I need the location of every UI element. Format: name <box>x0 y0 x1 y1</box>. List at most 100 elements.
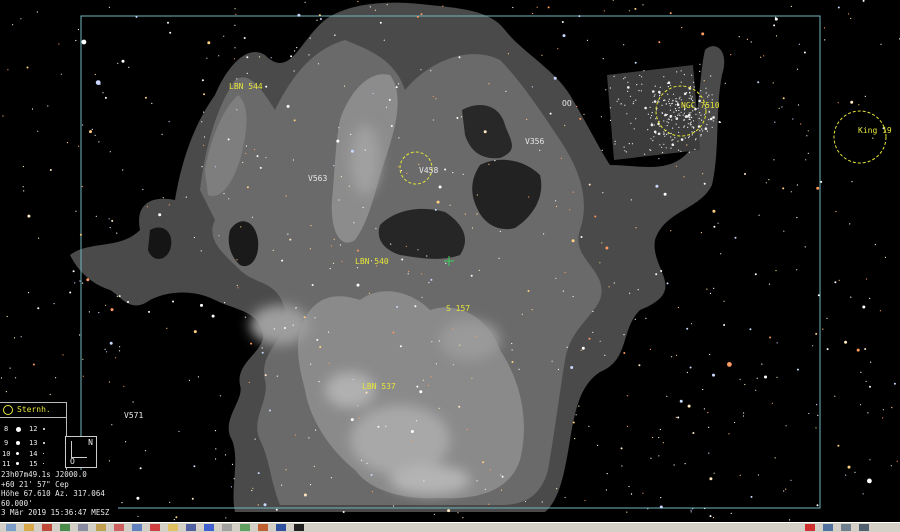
star <box>511 349 513 351</box>
taskbar-icon[interactable] <box>240 524 250 531</box>
star <box>261 351 264 354</box>
cluster-star <box>690 112 692 114</box>
star <box>772 82 774 84</box>
taskbar-icon[interactable] <box>150 524 160 531</box>
star <box>807 152 809 154</box>
star <box>692 508 694 510</box>
cluster-star <box>655 132 657 134</box>
label-v563[interactable]: V563 <box>308 174 327 183</box>
cluster-star <box>674 137 676 139</box>
label-ngc7510[interactable]: NGC 7510 <box>681 101 720 110</box>
star <box>416 385 419 388</box>
star <box>66 142 69 144</box>
star <box>884 256 887 258</box>
taskbar-icon[interactable] <box>294 524 304 531</box>
cluster-star <box>688 113 691 117</box>
star <box>822 328 824 330</box>
star <box>677 306 680 309</box>
star <box>168 204 170 206</box>
star <box>276 375 278 377</box>
cluster-star <box>672 127 674 129</box>
label-lbn537[interactable]: LBN 537 <box>362 382 396 391</box>
star <box>507 53 509 55</box>
label-king19[interactable]: King 19 <box>858 126 892 135</box>
taskbar-icon[interactable] <box>24 524 34 531</box>
taskbar-icon[interactable] <box>6 524 16 531</box>
star <box>104 348 106 350</box>
cluster-star <box>704 114 706 116</box>
taskbar-icon[interactable] <box>204 524 214 531</box>
label-s157[interactable]: S 157 <box>446 304 470 313</box>
cluster-star <box>665 133 668 135</box>
star <box>427 384 430 386</box>
cluster-star <box>675 109 677 112</box>
taskbar-icon[interactable] <box>168 524 178 531</box>
star <box>686 144 688 146</box>
cluster-star <box>708 94 710 96</box>
star <box>252 487 254 489</box>
star <box>245 145 247 147</box>
star <box>790 479 792 481</box>
taskbar-icon[interactable] <box>841 524 851 531</box>
cluster-star <box>630 122 632 124</box>
star <box>690 509 692 511</box>
cluster-star <box>700 114 702 116</box>
label-oo[interactable]: OO <box>562 99 572 108</box>
star <box>55 377 57 379</box>
star <box>116 232 118 234</box>
star <box>82 375 84 377</box>
star <box>405 245 407 247</box>
taskbar-icon[interactable] <box>60 524 70 531</box>
star <box>281 484 283 486</box>
star <box>162 197 164 199</box>
taskbar-icon[interactable] <box>96 524 106 531</box>
star <box>536 6 538 8</box>
taskbar-icon[interactable] <box>222 524 232 531</box>
taskbar-icon[interactable] <box>132 524 142 531</box>
star <box>60 73 62 75</box>
star <box>834 395 836 397</box>
label-lbn540[interactable]: LBN 540 <box>355 257 389 266</box>
label-v458[interactable]: V458 <box>419 166 438 175</box>
star <box>234 8 236 10</box>
label-v356[interactable]: V356 <box>525 137 544 146</box>
taskbar-icon[interactable] <box>258 524 268 531</box>
taskbar-icon[interactable] <box>186 524 196 531</box>
cluster-star <box>647 129 649 131</box>
star <box>414 305 417 308</box>
cluster-star <box>683 119 686 121</box>
cluster-star <box>688 97 690 99</box>
taskbar-icon[interactable] <box>114 524 124 531</box>
taskbar-icon[interactable] <box>42 524 52 531</box>
cluster-star <box>629 95 632 97</box>
star <box>626 511 628 513</box>
sky-chart[interactable] <box>0 0 900 522</box>
taskbar-icon[interactable] <box>78 524 88 531</box>
cluster-star <box>627 81 629 83</box>
star <box>826 317 828 319</box>
star <box>370 474 373 476</box>
star <box>31 108 34 110</box>
legend-dot <box>43 463 44 464</box>
star <box>368 292 370 294</box>
cluster-star <box>668 98 670 100</box>
star <box>521 313 523 315</box>
star <box>812 345 814 347</box>
cluster-star <box>706 130 709 132</box>
taskbar-icon[interactable] <box>823 524 833 531</box>
taskbar-icon[interactable] <box>805 524 815 531</box>
cluster-star <box>624 76 626 78</box>
taskbar-icon[interactable] <box>859 524 869 531</box>
star <box>95 215 97 217</box>
star <box>666 395 668 397</box>
star <box>890 465 892 467</box>
star <box>628 485 630 488</box>
star <box>105 304 107 306</box>
star <box>353 222 355 224</box>
taskbar-icon[interactable] <box>276 524 286 531</box>
label-lbn544[interactable]: LBN 544 <box>229 82 263 91</box>
star <box>781 106 783 108</box>
label-v571[interactable]: V571 <box>124 411 143 420</box>
star <box>203 93 206 96</box>
star <box>758 214 760 216</box>
